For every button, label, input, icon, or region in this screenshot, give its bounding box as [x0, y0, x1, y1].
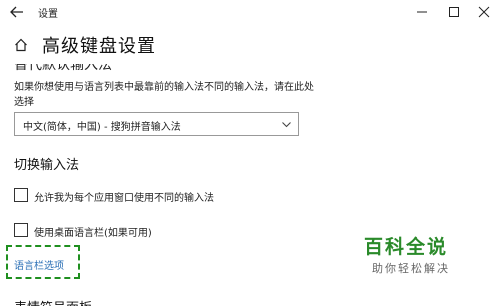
watermark-main-text: 百科全说: [364, 236, 449, 258]
default-input-description: 如果你想使用与语言列表中最靠前的输入法不同的输入法，请在此处选择: [14, 82, 314, 108]
default-input-dropdown[interactable]: 中文(简体，中国) - 搜狗拼音输入法: [14, 112, 299, 136]
per-app-input-label: 允许我为每个应用窗口使用不同的输入法: [34, 193, 214, 204]
watermark: 百科全说 助你轻松解决: [364, 232, 464, 282]
minimize-icon[interactable]: [412, 2, 432, 22]
page-title: 高级键盘设置: [42, 36, 156, 57]
language-bar-options-link[interactable]: 语言栏选项: [14, 257, 64, 272]
home-icon[interactable]: [14, 38, 28, 52]
desktop-language-bar-checkbox[interactable]: [14, 223, 28, 237]
per-app-input-checkbox[interactable]: [14, 188, 28, 202]
title-bar: 设置: [0, 0, 500, 24]
watermark-sub-text: 助你轻松解决: [372, 262, 450, 275]
app-title: 设置: [38, 9, 58, 20]
switch-input-heading: 切换输入法: [14, 158, 80, 173]
maximize-icon[interactable]: [444, 2, 464, 22]
dropdown-selected-value: 中文(简体，中国) - 搜狗拼音输入法: [23, 122, 181, 133]
back-arrow-icon[interactable]: [8, 3, 26, 21]
close-icon[interactable]: [474, 2, 494, 22]
desktop-language-bar-label: 使用桌面语言栏(如果可用): [34, 228, 152, 239]
desktop-language-bar-option[interactable]: 使用桌面语言栏(如果可用): [14, 223, 334, 239]
per-app-input-option[interactable]: 允许我为每个应用窗口使用不同的输入法: [14, 188, 334, 204]
chevron-down-icon: [282, 122, 291, 128]
emoji-panel-heading: 表情符号面板: [14, 297, 92, 306]
